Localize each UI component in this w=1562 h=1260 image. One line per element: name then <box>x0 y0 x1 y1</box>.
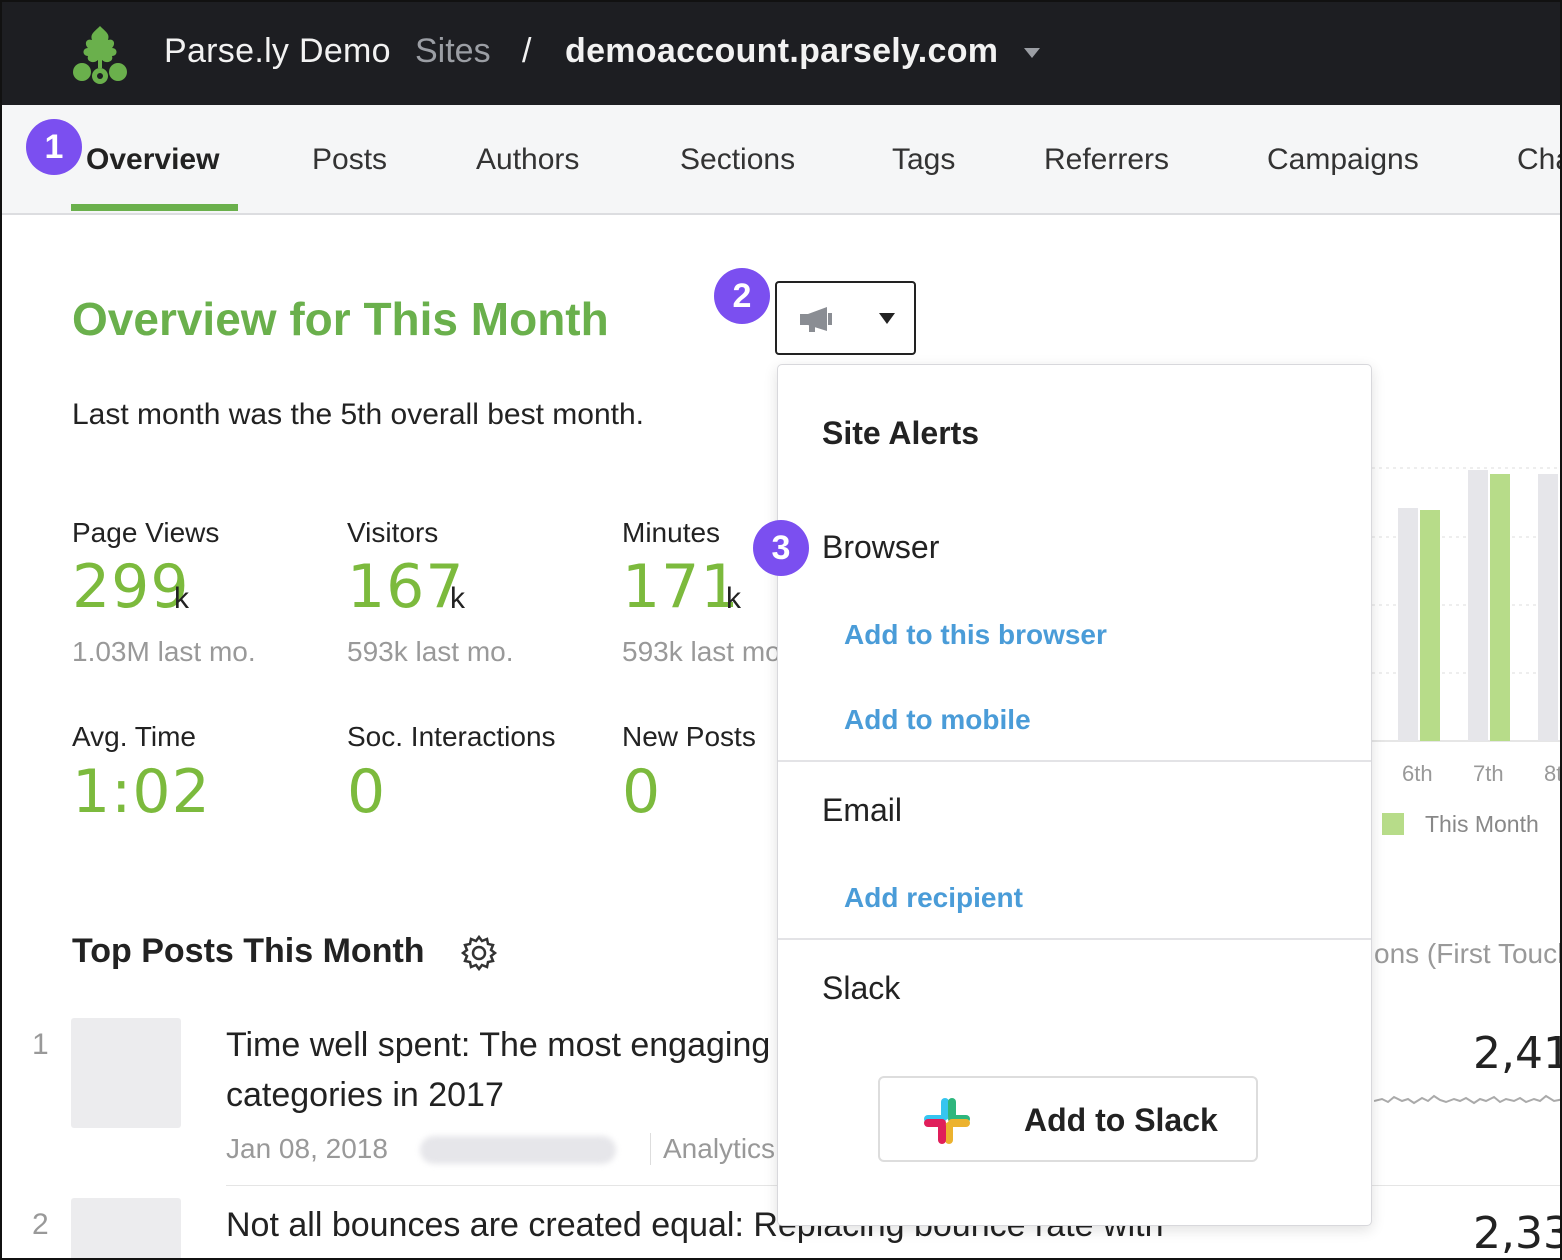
metric-sub-page-views: 1.03M last mo. <box>72 636 256 667</box>
site-alerts-menu: Site Alerts Browser Add to this browser … <box>777 364 1372 1226</box>
post-title[interactable]: Time well spent: The most engaging categ… <box>226 1020 786 1120</box>
sites-link[interactable]: Sites <box>415 32 491 71</box>
metric-value-new-posts: 0 <box>622 757 662 827</box>
post-thumbnail[interactable] <box>71 1018 181 1128</box>
email-group-label: Email <box>822 792 903 828</box>
breadcrumb-separator: / <box>522 32 532 70</box>
step-badge-2: 2 <box>714 268 770 324</box>
tab-sections[interactable]: Sections <box>680 143 795 177</box>
chart-tick-7th: 7th <box>1473 761 1504 786</box>
menu-divider <box>778 938 1371 940</box>
tab-campaigns[interactable]: Campaigns <box>1267 143 1419 177</box>
site-alerts-dropdown-button[interactable] <box>775 281 916 355</box>
metric-label-minutes: Minutes <box>622 517 721 548</box>
nav-tabs: Overview Posts Authors Sections Tags Ref… <box>2 105 1560 215</box>
chart-bar-this-month-6th <box>1420 510 1440 741</box>
chart-tick-6th: 6th <box>1402 761 1433 786</box>
chevron-down-icon[interactable] <box>1024 48 1040 58</box>
metric-value-minutes: 171 <box>622 552 740 622</box>
caret-down-icon <box>879 313 895 324</box>
add-to-mobile-link[interactable]: Add to mobile <box>844 704 1031 736</box>
metric-value-avg-time: 1:02 <box>72 757 211 827</box>
chart-bar-last-month-6th <box>1398 508 1418 741</box>
metric-unit-page-views: k <box>174 582 189 615</box>
metric-value-visitors: 167 <box>347 552 465 622</box>
tab-referrers[interactable]: Referrers <box>1044 143 1169 177</box>
tab-authors[interactable]: Authors <box>476 143 579 177</box>
chart-bar-this-month-7th <box>1490 474 1510 741</box>
metric-sub-minutes: 593k last mo. <box>622 636 789 667</box>
post-thumbnail[interactable] <box>71 1198 181 1258</box>
metric-label-page-views: Page Views <box>72 517 220 548</box>
tab-posts[interactable]: Posts <box>312 143 387 177</box>
step-badge-1: 1 <box>26 119 82 175</box>
tab-tags[interactable]: Tags <box>892 143 955 177</box>
post-author-redacted <box>420 1136 616 1164</box>
metric-unit-minutes: k <box>726 582 741 615</box>
post-conversions-value: 2,33 <box>1473 1208 1562 1259</box>
tab-overview[interactable]: Overview <box>86 143 219 177</box>
metric-unit-visitors: k <box>450 582 465 615</box>
post-conversions-value: 2,41 <box>1473 1028 1562 1079</box>
metric-sub-visitors: 593k last mo. <box>347 636 514 667</box>
app-frame: Parse.ly Demo Sites / demoaccount.parsel… <box>0 0 1562 1260</box>
browser-group-label: Browser <box>822 529 940 565</box>
menu-divider <box>778 760 1371 762</box>
conversions-column-header: ons (First Touch <box>1374 938 1562 969</box>
megaphone-icon <box>800 307 832 332</box>
post-sparkline <box>1374 1094 1560 1105</box>
add-to-slack-label: Add to Slack <box>1024 1102 1218 1138</box>
parsely-leaf-logo-icon[interactable] <box>68 24 132 86</box>
legend-swatch-this-month <box>1382 813 1404 835</box>
metric-value-soc-interactions: 0 <box>347 757 387 827</box>
add-to-this-browser-link[interactable]: Add to this browser <box>844 619 1107 651</box>
step-badge-3: 3 <box>753 520 809 576</box>
post-date: Jan 08, 2018 <box>226 1133 388 1164</box>
top-bar: Parse.ly Demo Sites / demoaccount.parsel… <box>2 2 1560 105</box>
metric-value-page-views: 299 <box>72 552 190 622</box>
overview-subtitle: Last month was the 5th overall best mont… <box>72 398 644 431</box>
metric-label-soc-interactions: Soc. Interactions <box>347 721 556 752</box>
metric-label-avg-time: Avg. Time <box>72 721 196 752</box>
site-alerts-title: Site Alerts <box>822 415 980 451</box>
add-to-slack-button[interactable]: Add to Slack <box>878 1076 1258 1162</box>
org-name[interactable]: Parse.ly Demo <box>164 32 391 71</box>
page-title: Overview for This Month <box>72 293 609 345</box>
active-tab-indicator <box>71 204 238 211</box>
metric-label-new-posts: New Posts <box>622 721 756 752</box>
slack-logo-icon <box>924 1098 970 1144</box>
slack-group-label: Slack <box>822 970 901 1006</box>
chart-bar-last-month-7th <box>1468 470 1488 741</box>
gear-icon[interactable] <box>460 934 498 972</box>
post-section[interactable]: Analytics <box>650 1133 775 1165</box>
top-posts-title: Top Posts This Month <box>72 932 425 970</box>
post-rank: 2 <box>32 1208 49 1241</box>
site-selector[interactable]: demoaccount.parsely.com <box>565 32 998 71</box>
post-rank: 1 <box>32 1028 49 1061</box>
chart-bar-last-month-8th <box>1538 474 1558 741</box>
chart-tick-8th: 8t <box>1544 761 1562 786</box>
metric-label-visitors: Visitors <box>347 517 439 548</box>
add-recipient-link[interactable]: Add recipient <box>844 882 1023 914</box>
trend-chart <box>1372 467 1560 742</box>
tab-channels[interactable]: Cha <box>1517 143 1560 177</box>
legend-label-this-month: This Month <box>1425 811 1539 837</box>
